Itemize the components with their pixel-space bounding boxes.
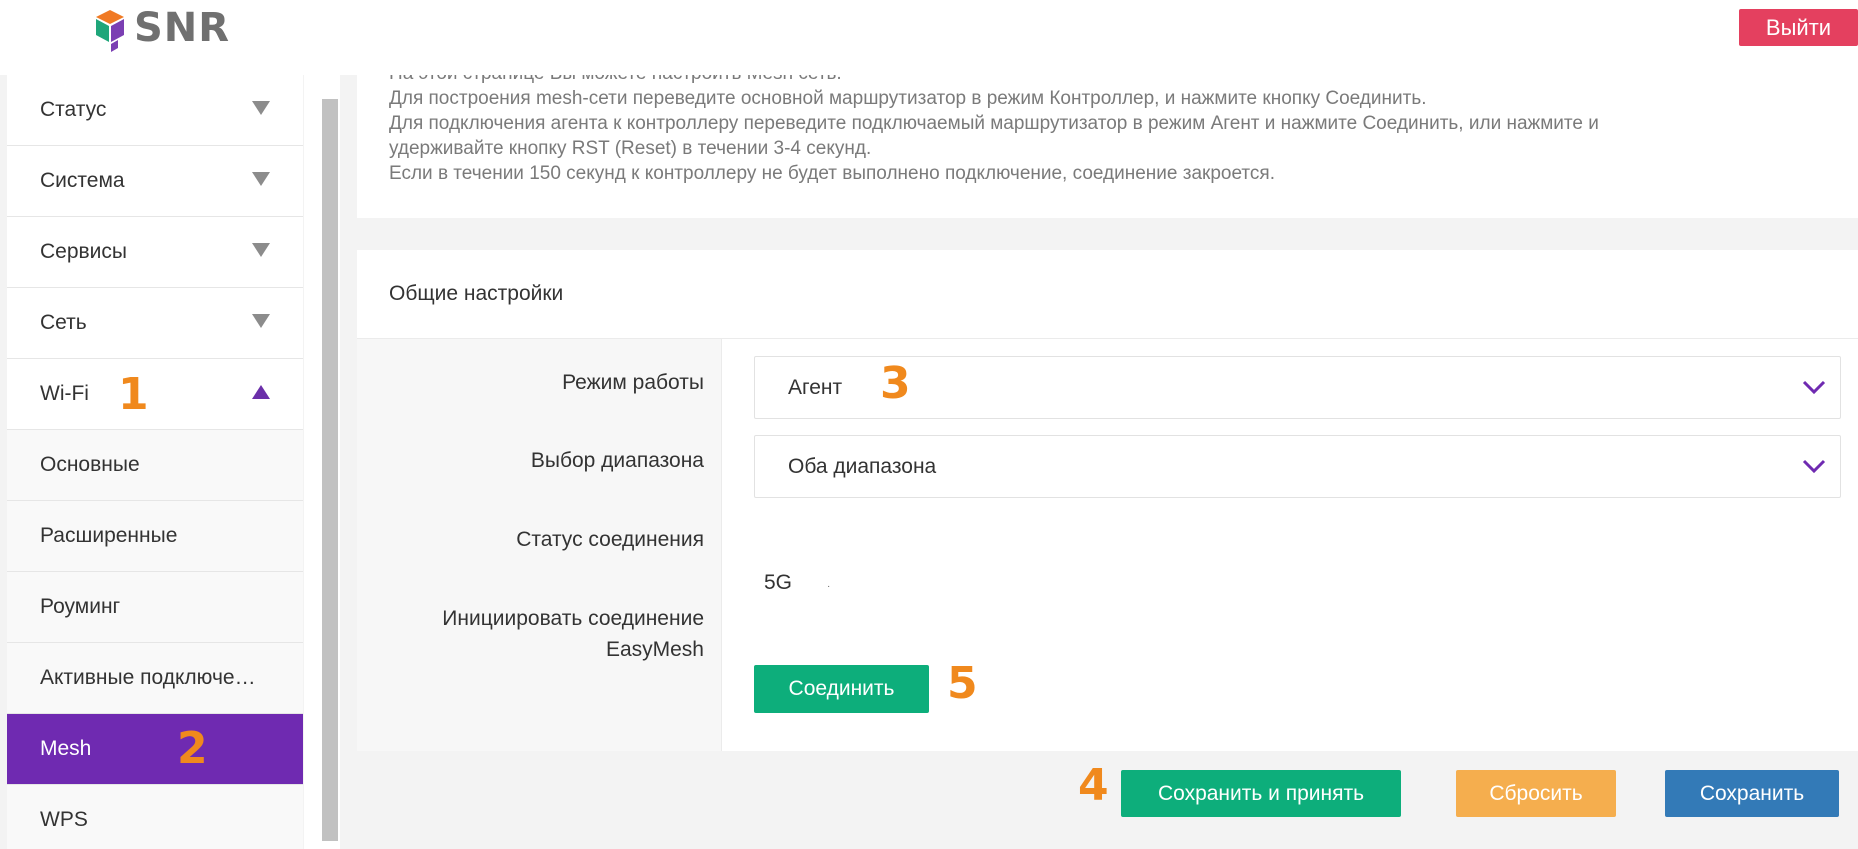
band-select-value: Оба диапазона — [788, 454, 937, 478]
label-column: Режим работы Выбор диапазона Статус соед… — [357, 339, 722, 751]
sidebar-subitem-basic[interactable]: Основные — [7, 430, 303, 501]
info-panel: На этой странице Вы можете настроить Mes… — [357, 75, 1858, 218]
sidebar-subitem-label: Основные — [40, 453, 140, 476]
initiate-label-line: EasyMesh — [605, 638, 704, 661]
caret-down-icon — [252, 314, 270, 328]
sidebar-subitem-label: Расширенные — [40, 524, 178, 547]
annotation-marker-1: 1 — [118, 369, 149, 420]
caret-down-icon — [252, 101, 270, 115]
sidebar-item-network[interactable]: Сеть — [7, 288, 303, 359]
sidebar-subitem-active-connections[interactable]: Активные подключе… — [7, 643, 303, 714]
header: SNR Выйти — [0, 0, 1858, 75]
sidebar-item-label: Сервисы — [40, 240, 128, 263]
caret-up-icon — [252, 385, 270, 399]
panel-title: Общие настройки — [389, 282, 564, 305]
reset-button[interactable]: Сбросить — [1456, 770, 1616, 817]
logo[interactable]: SNR — [92, 4, 230, 52]
connection-status-value: 5G — [764, 571, 793, 594]
caret-down-icon — [252, 172, 270, 186]
general-settings-panel: Общие настройки Режим работы Выбор диапа… — [357, 250, 1858, 751]
logo-text: SNR — [134, 5, 231, 51]
logout-button[interactable]: Выйти — [1739, 9, 1858, 46]
info-line: удерживайте кнопку RST (Reset) в течении… — [389, 138, 872, 159]
annotation-marker-5: 5 — [947, 658, 978, 709]
sidebar-item-label: Wi-Fi — [40, 382, 89, 405]
connect-button[interactable]: Соединить — [754, 665, 929, 713]
snr-cube-icon — [96, 10, 124, 52]
info-line: Для подключения агента к контроллеру пер… — [389, 113, 1599, 134]
annotation-marker-3: 3 — [880, 358, 911, 409]
save-and-apply-button[interactable]: Сохранить и принять — [1121, 770, 1401, 817]
sidebar-item-system[interactable]: Система — [7, 146, 303, 217]
band-label: Выбор диапазона — [530, 449, 704, 472]
sidebar-item-label: Статус — [40, 98, 107, 121]
mode-select[interactable]: Агент — [754, 356, 1841, 419]
sidebar-subitem-mesh[interactable]: Mesh — [7, 714, 303, 785]
sidebar-item-services[interactable]: Сервисы — [7, 217, 303, 288]
sidebar-item-label: Система — [40, 169, 125, 192]
sidebar-subitem-advanced[interactable]: Расширенные — [7, 501, 303, 572]
info-line: Если в течении 150 секунд к контроллеру … — [389, 163, 1275, 184]
chevron-down-icon — [1802, 380, 1826, 395]
status-label: Статус соединения — [516, 528, 704, 551]
connection-status-indicator: · — [827, 581, 831, 592]
sidebar-item-wifi[interactable]: Wi-Fi — [7, 359, 303, 430]
chevron-down-icon — [1802, 459, 1826, 474]
info-line: Для построения mesh-сети переведите осно… — [389, 88, 1427, 109]
sidebar: Статус Система Сервисы Сеть Wi-Fi Основн… — [0, 75, 304, 849]
sidebar-subitem-roaming[interactable]: Роуминг — [7, 572, 303, 643]
info-text: На этой странице Вы можете настроить Mes… — [389, 75, 1829, 186]
annotation-marker-4: 4 — [1078, 760, 1109, 811]
mode-label: Режим работы — [562, 371, 704, 394]
initiate-label: Инициировать соединение EasyMesh — [442, 603, 704, 665]
caret-down-icon — [252, 243, 270, 257]
sidebar-scrollbar[interactable] — [322, 99, 338, 841]
initiate-label-line: Инициировать соединение — [442, 607, 704, 630]
save-button[interactable]: Сохранить — [1665, 770, 1839, 817]
sidebar-subitem-label: Роуминг — [40, 595, 121, 618]
sidebar-subitem-label: Mesh — [40, 737, 92, 760]
annotation-marker-2: 2 — [177, 723, 208, 774]
sidebar-menu: Статус Система Сервисы Сеть Wi-Fi Основн… — [7, 75, 303, 849]
mode-select-value: Агент — [788, 375, 843, 399]
sidebar-item-label: Сеть — [40, 311, 87, 334]
settings-form: Режим работы Выбор диапазона Статус соед… — [357, 338, 1858, 751]
sidebar-subitem-label: WPS — [40, 808, 88, 831]
info-line: На этой странице Вы можете настроить Mes… — [389, 75, 1829, 86]
band-select[interactable]: Оба диапазона — [754, 435, 1841, 498]
sidebar-item-status[interactable]: Статус — [7, 75, 303, 146]
sidebar-subitem-wps[interactable]: WPS — [7, 785, 303, 849]
sidebar-subitem-label: Активные подключе… — [40, 666, 256, 689]
